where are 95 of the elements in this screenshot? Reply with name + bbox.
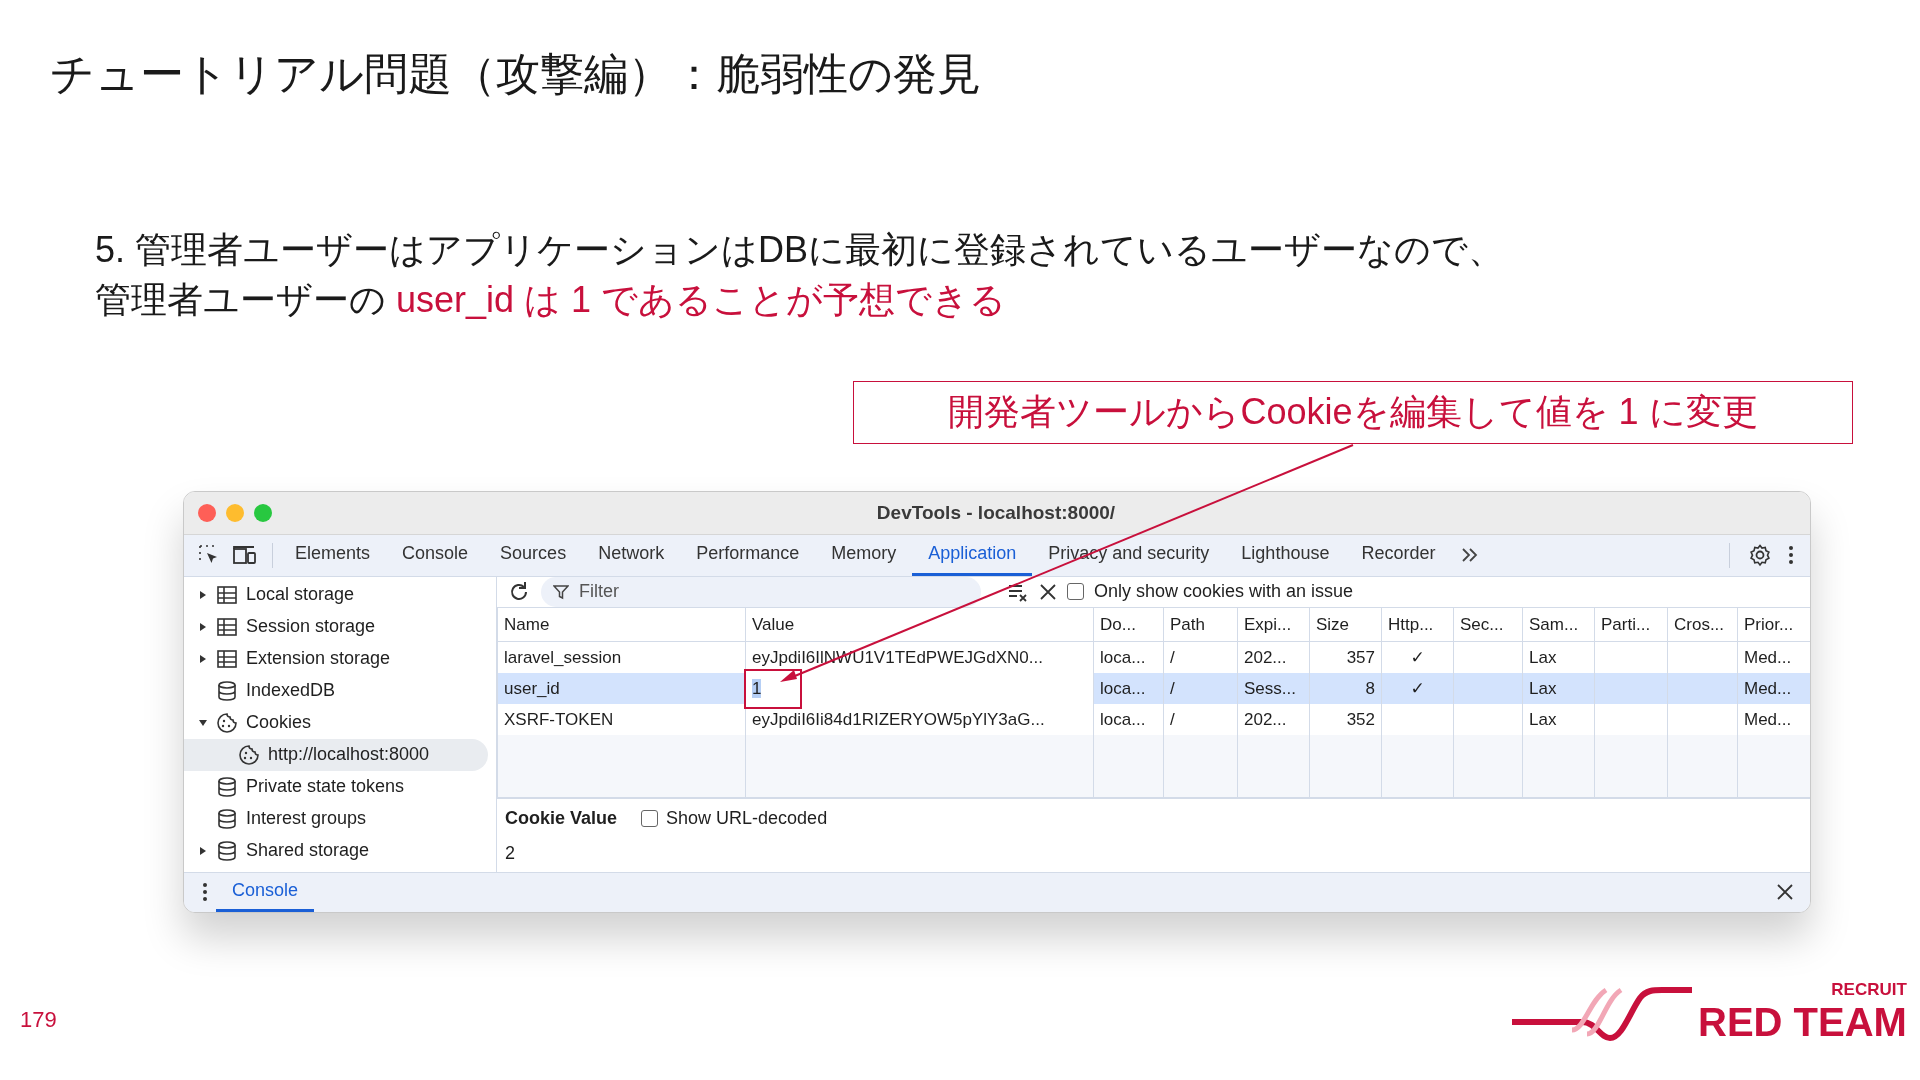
- column-header[interactable]: Size: [1309, 607, 1382, 642]
- expand-arrow-icon[interactable]: [198, 621, 208, 632]
- cookie-value-text: 2: [505, 841, 516, 865]
- instruction-text: 5. 管理者ユーザーはアプリケーションはDBに最初に登録されているユーザーなので、: [95, 227, 1505, 272]
- table-icon: [216, 615, 238, 638]
- sidebar-item[interactable]: Interest groups: [184, 802, 488, 835]
- column-header[interactable]: Expi...: [1237, 607, 1310, 642]
- table-cell: loca...: [1093, 672, 1164, 704]
- more-options-icon[interactable]: [1788, 544, 1794, 567]
- table-cell: Lax: [1522, 672, 1595, 704]
- sidebar-item[interactable]: IndexedDB: [184, 674, 488, 707]
- table-icon: [216, 583, 238, 606]
- table-cell: laravel_session: [497, 641, 746, 673]
- sidebar-item[interactable]: http://localhost:8000: [184, 738, 488, 771]
- window-title: DevTools - localhost:8000/: [875, 500, 1117, 525]
- filter-field[interactable]: Filter: [541, 576, 981, 607]
- page-number: 179: [20, 1006, 57, 1034]
- panel-tab[interactable]: Sources: [484, 534, 583, 576]
- drawer-tab[interactable]: Console: [216, 872, 315, 912]
- table-cell: ✓: [1381, 641, 1454, 673]
- filter-icon: [553, 583, 569, 600]
- panel-tab[interactable]: Performance: [680, 534, 816, 576]
- database-icon: [216, 807, 238, 830]
- table-cell: user_id: [497, 672, 746, 704]
- table-cell: 8: [1309, 672, 1382, 704]
- close-icon[interactable]: [1039, 582, 1057, 601]
- slide-title: チュートリアル問題（攻撃編）：脆弱性の発見: [49, 48, 982, 100]
- table-cell: /: [1163, 672, 1238, 704]
- settings-icon[interactable]: [1748, 543, 1772, 568]
- sidebar-item[interactable]: Shared storage: [184, 834, 488, 867]
- table-cell: loca...: [1093, 703, 1164, 735]
- close-button[interactable]: [198, 503, 216, 522]
- column-header[interactable]: Sec...: [1453, 607, 1523, 642]
- table-cell: Lax: [1522, 703, 1595, 735]
- brand-text: RECRUIT: [1831, 981, 1907, 998]
- table-cell: 357: [1309, 641, 1382, 673]
- section-label: Cookie Value: [505, 806, 618, 830]
- close-icon[interactable]: [1776, 883, 1794, 902]
- callout-box: 開発者ツールからCookieを編集して値を 1 に変更: [853, 380, 1853, 444]
- checkbox-label[interactable]: Only show cookies with an issue: [1094, 578, 1354, 606]
- column-header[interactable]: Path: [1163, 607, 1238, 642]
- column-header[interactable]: Http...: [1381, 607, 1454, 642]
- table-cell: 352: [1309, 703, 1382, 735]
- brand-name: RED TEAM: [1698, 1002, 1907, 1042]
- table-cell: Med...: [1737, 703, 1810, 735]
- column-header[interactable]: Cros...: [1667, 607, 1738, 642]
- expand-arrow-icon[interactable]: [198, 845, 208, 856]
- filter-input[interactable]: Filter: [577, 577, 957, 607]
- sidebar-item[interactable]: Cookies: [184, 706, 488, 739]
- column-header[interactable]: Prior...: [1737, 607, 1810, 642]
- database-icon: [216, 775, 238, 798]
- panel-tab[interactable]: Recorder: [1345, 534, 1452, 576]
- column-header[interactable]: Name: [497, 607, 746, 642]
- highlighted-text: user_id は 1 であることが予想できる: [396, 277, 1007, 322]
- expand-arrow-icon[interactable]: [198, 717, 208, 728]
- table-cell: Med...: [1737, 641, 1810, 673]
- table-cell: /: [1163, 703, 1238, 735]
- column-header[interactable]: Sam...: [1522, 607, 1595, 642]
- table-cell: Med...: [1737, 672, 1810, 704]
- table-cell: loca...: [1093, 641, 1164, 673]
- table-cell: XSRF-TOKEN: [497, 703, 746, 735]
- table-cell: ✓: [1381, 672, 1454, 704]
- sidebar-item[interactable]: Session storage: [184, 610, 488, 643]
- checkbox-label[interactable]: Show URL-decoded: [666, 804, 828, 832]
- expand-arrow-icon[interactable]: [198, 589, 208, 600]
- sidebar-item[interactable]: Local storage: [184, 578, 488, 611]
- expand-arrow-icon[interactable]: [198, 653, 208, 664]
- cell-editor[interactable]: 1: [752, 678, 762, 698]
- panel-tab[interactable]: Memory: [815, 534, 913, 576]
- panel-tab[interactable]: Console: [386, 534, 485, 576]
- table-cell: Sess...: [1237, 672, 1310, 704]
- device-toolbar-icon[interactable]: [232, 544, 258, 567]
- highlight-frame: [744, 668, 802, 709]
- checkbox[interactable]: [641, 809, 659, 827]
- table-icon: [216, 647, 238, 670]
- column-header[interactable]: Do...: [1093, 607, 1164, 642]
- instruction-text: 管理者ユーザーの: [95, 277, 387, 322]
- panel-tab[interactable]: Network: [582, 534, 681, 576]
- table-cell: eyJpdiI6Ii84d1RIZERYOW5pYlY3aG...: [745, 703, 1094, 735]
- column-header[interactable]: Parti...: [1594, 607, 1668, 642]
- database-icon: [216, 839, 238, 862]
- cookie-icon: [238, 743, 260, 766]
- table-cell: /: [1163, 641, 1238, 673]
- sidebar-item[interactable]: Private state tokens: [184, 770, 488, 803]
- sidebar-item[interactable]: Extension storage: [184, 642, 488, 675]
- table-cell: Lax: [1522, 641, 1595, 673]
- table-cell: 202...: [1237, 703, 1310, 735]
- panel-tab[interactable]: Elements: [279, 534, 387, 576]
- more-options-icon[interactable]: [202, 881, 208, 904]
- panel-tab[interactable]: Lighthouse: [1225, 534, 1346, 576]
- checkbox[interactable]: [1067, 583, 1084, 601]
- column-header[interactable]: Value: [745, 607, 1094, 642]
- cookie-icon: [216, 711, 238, 734]
- database-icon: [216, 679, 238, 702]
- table-cell: 202...: [1237, 641, 1310, 673]
